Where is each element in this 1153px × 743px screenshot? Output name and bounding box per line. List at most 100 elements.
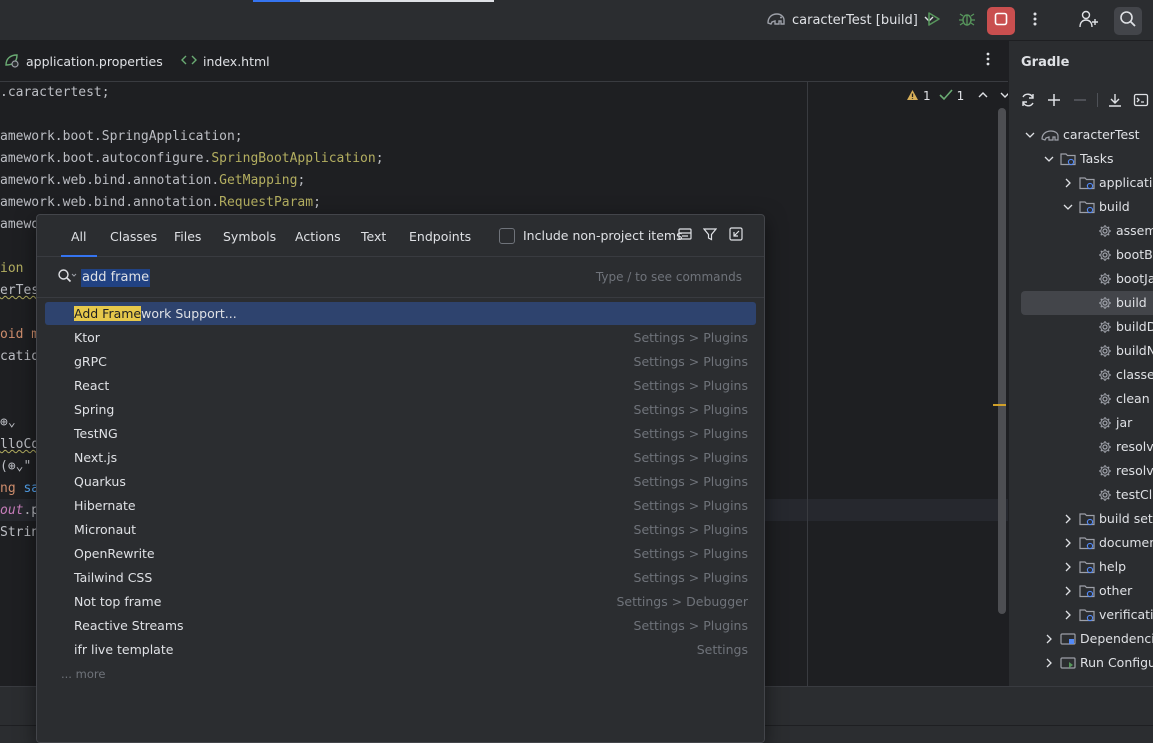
- gradle-tree-node[interactable]: Dependencies: [1042, 627, 1153, 651]
- gradle-tree-node[interactable]: documentation: [1061, 531, 1153, 555]
- code-token: amework.web.bind.annotation.: [0, 195, 220, 210]
- tab-text[interactable]: Text: [351, 215, 396, 257]
- folder-gear-icon: [1079, 200, 1095, 214]
- tab-actions[interactable]: Actions: [285, 215, 351, 257]
- download-icon[interactable]: [1106, 91, 1124, 109]
- gradle-tree-node[interactable]: jar: [1080, 411, 1132, 435]
- gradle-tree-node[interactable]: build: [1061, 195, 1130, 219]
- gradle-tree-node[interactable]: bootJar: [1080, 267, 1153, 291]
- chevron-down-icon[interactable]: [1061, 203, 1075, 211]
- filter-button[interactable]: [702, 228, 718, 244]
- gradle-tree-node[interactable]: testClasses: [1080, 483, 1153, 507]
- chevron-down-icon[interactable]: [1000, 89, 1008, 103]
- open-in-find-window-button[interactable]: [728, 227, 744, 244]
- search-result-item[interactable]: Next.js Settings > Plugins: [45, 446, 756, 469]
- gradle-tree-node[interactable]: clean: [1080, 387, 1150, 411]
- stop-button[interactable]: [987, 7, 1015, 35]
- gradle-tree-node[interactable]: caracterTest: [1023, 123, 1140, 147]
- gradle-tree-node[interactable]: Run Configurations: [1042, 651, 1153, 675]
- search-everywhere-button[interactable]: [1114, 7, 1142, 35]
- search-result-item[interactable]: Ktor Settings > Plugins: [45, 326, 756, 349]
- gradle-tree-node[interactable]: build: [1080, 291, 1147, 315]
- result-name: TestNG: [74, 422, 118, 445]
- search-result-item[interactable]: Not top frame Settings > Debugger: [45, 590, 756, 613]
- tab-files[interactable]: Files: [164, 215, 211, 257]
- code-line: catio: [0, 346, 39, 368]
- tab-symbols[interactable]: Symbols: [213, 215, 286, 257]
- result-name: Hibernate: [74, 494, 136, 517]
- add-user-button[interactable]: [1075, 7, 1103, 35]
- folder-gear-icon: [1079, 176, 1095, 190]
- plus-icon[interactable]: [1045, 91, 1063, 109]
- chevron-down-icon[interactable]: [1023, 131, 1037, 139]
- gradle-tree-node[interactable]: application: [1061, 171, 1153, 195]
- gradle-tree-node[interactable]: classes: [1080, 363, 1153, 387]
- run-configuration-selector[interactable]: caracterTest [build]: [760, 8, 940, 33]
- tab-index-html[interactable]: index.html: [181, 41, 270, 81]
- gear-icon: [1098, 392, 1112, 406]
- search-result-item[interactable]: Quarkus Settings > Plugins: [45, 470, 756, 493]
- scrollbar-warning-marker[interactable]: [993, 404, 1006, 406]
- minus-icon[interactable]: [1071, 91, 1089, 109]
- chevron-right-icon[interactable]: [1042, 658, 1056, 668]
- include-non-project-checkbox[interactable]: [499, 228, 515, 244]
- dependencies-icon: [1060, 632, 1076, 646]
- gradle-tree-node[interactable]: verification: [1061, 603, 1153, 627]
- debug-button[interactable]: [953, 7, 981, 35]
- chevron-right-icon[interactable]: [1061, 562, 1075, 572]
- refresh-icon[interactable]: [1019, 91, 1037, 109]
- chevron-right-icon[interactable]: [1061, 514, 1075, 524]
- chevron-right-icon[interactable]: [1061, 538, 1075, 548]
- gradle-tree-node[interactable]: assemble: [1080, 219, 1153, 243]
- tab-application-properties[interactable]: application.properties: [4, 41, 163, 81]
- tab-label: index.html: [203, 53, 270, 69]
- inspection-widget[interactable]: 1 1: [906, 88, 1008, 104]
- more-results-link[interactable]: ... more: [61, 667, 105, 681]
- folder-gear-icon: [1079, 512, 1095, 526]
- tree-node-label: bootBuildImage: [1116, 247, 1153, 262]
- tab-endpoints[interactable]: Endpoints: [399, 215, 481, 257]
- include-non-project-label[interactable]: Include non-project items: [523, 228, 683, 243]
- tabs-more-button[interactable]: [978, 51, 998, 71]
- gradle-tree-node[interactable]: other: [1061, 579, 1132, 603]
- chevron-right-icon[interactable]: [1061, 586, 1075, 596]
- search-result-item[interactable]: OpenRewrite Settings > Plugins: [45, 542, 756, 565]
- folder-gear-icon: [1079, 536, 1095, 550]
- code-token: oid m: [0, 327, 40, 342]
- gradle-tree-node[interactable]: resolveTestMainClassName: [1080, 459, 1153, 483]
- search-result-item[interactable]: React Settings > Plugins: [45, 374, 756, 397]
- chevron-right-icon[interactable]: [1061, 178, 1075, 188]
- search-result-item[interactable]: Spring Settings > Plugins: [45, 398, 756, 421]
- search-result-item[interactable]: TestNG Settings > Plugins: [45, 422, 756, 445]
- chevron-right-icon[interactable]: [1061, 610, 1075, 620]
- search-history-button[interactable]: [57, 269, 77, 287]
- gradle-tree-node[interactable]: help: [1061, 555, 1126, 579]
- search-result-item[interactable]: gRPC Settings > Plugins: [45, 350, 756, 373]
- terminal-icon[interactable]: [1132, 91, 1150, 109]
- gradle-tree-node[interactable]: buildDependents: [1080, 315, 1153, 339]
- gradle-tree-node[interactable]: bootBuildImage: [1080, 243, 1153, 267]
- tab-all[interactable]: All: [61, 215, 97, 257]
- chevron-right-icon[interactable]: [1042, 634, 1056, 644]
- search-result-item[interactable]: Reactive Streams Settings > Plugins: [45, 614, 756, 637]
- toolbar-highlight-bar: [300, 0, 494, 2]
- editor-scrollbar[interactable]: [998, 108, 1006, 614]
- gradle-tree-node[interactable]: build setup: [1061, 507, 1153, 531]
- more-actions-button[interactable]: [1021, 7, 1049, 35]
- search-result-item[interactable]: Tailwind CSS Settings > Plugins: [45, 566, 756, 589]
- search-result-item[interactable]: Hibernate Settings > Plugins: [45, 494, 756, 517]
- gradle-tree-node[interactable]: resolveMainClassName: [1080, 435, 1153, 459]
- search-input[interactable]: [79, 267, 579, 289]
- result-name: Next.js: [74, 446, 117, 469]
- code-token: ⊕⌄: [0, 415, 16, 430]
- run-button[interactable]: [919, 7, 947, 35]
- tab-classes[interactable]: Classes: [100, 215, 167, 257]
- search-result-item[interactable]: ifr live template Settings: [45, 638, 756, 661]
- search-result-item[interactable]: Micronaut Settings > Plugins: [45, 518, 756, 541]
- chevron-down-icon[interactable]: [1042, 155, 1056, 163]
- chevron-up-icon[interactable]: [978, 89, 988, 103]
- search-result-item[interactable]: Add Framework Support...: [45, 302, 756, 325]
- preview-toggle-button[interactable]: [677, 228, 693, 244]
- gradle-tree-node[interactable]: Tasks: [1042, 147, 1114, 171]
- gradle-tree-node[interactable]: buildNeeded: [1080, 339, 1153, 363]
